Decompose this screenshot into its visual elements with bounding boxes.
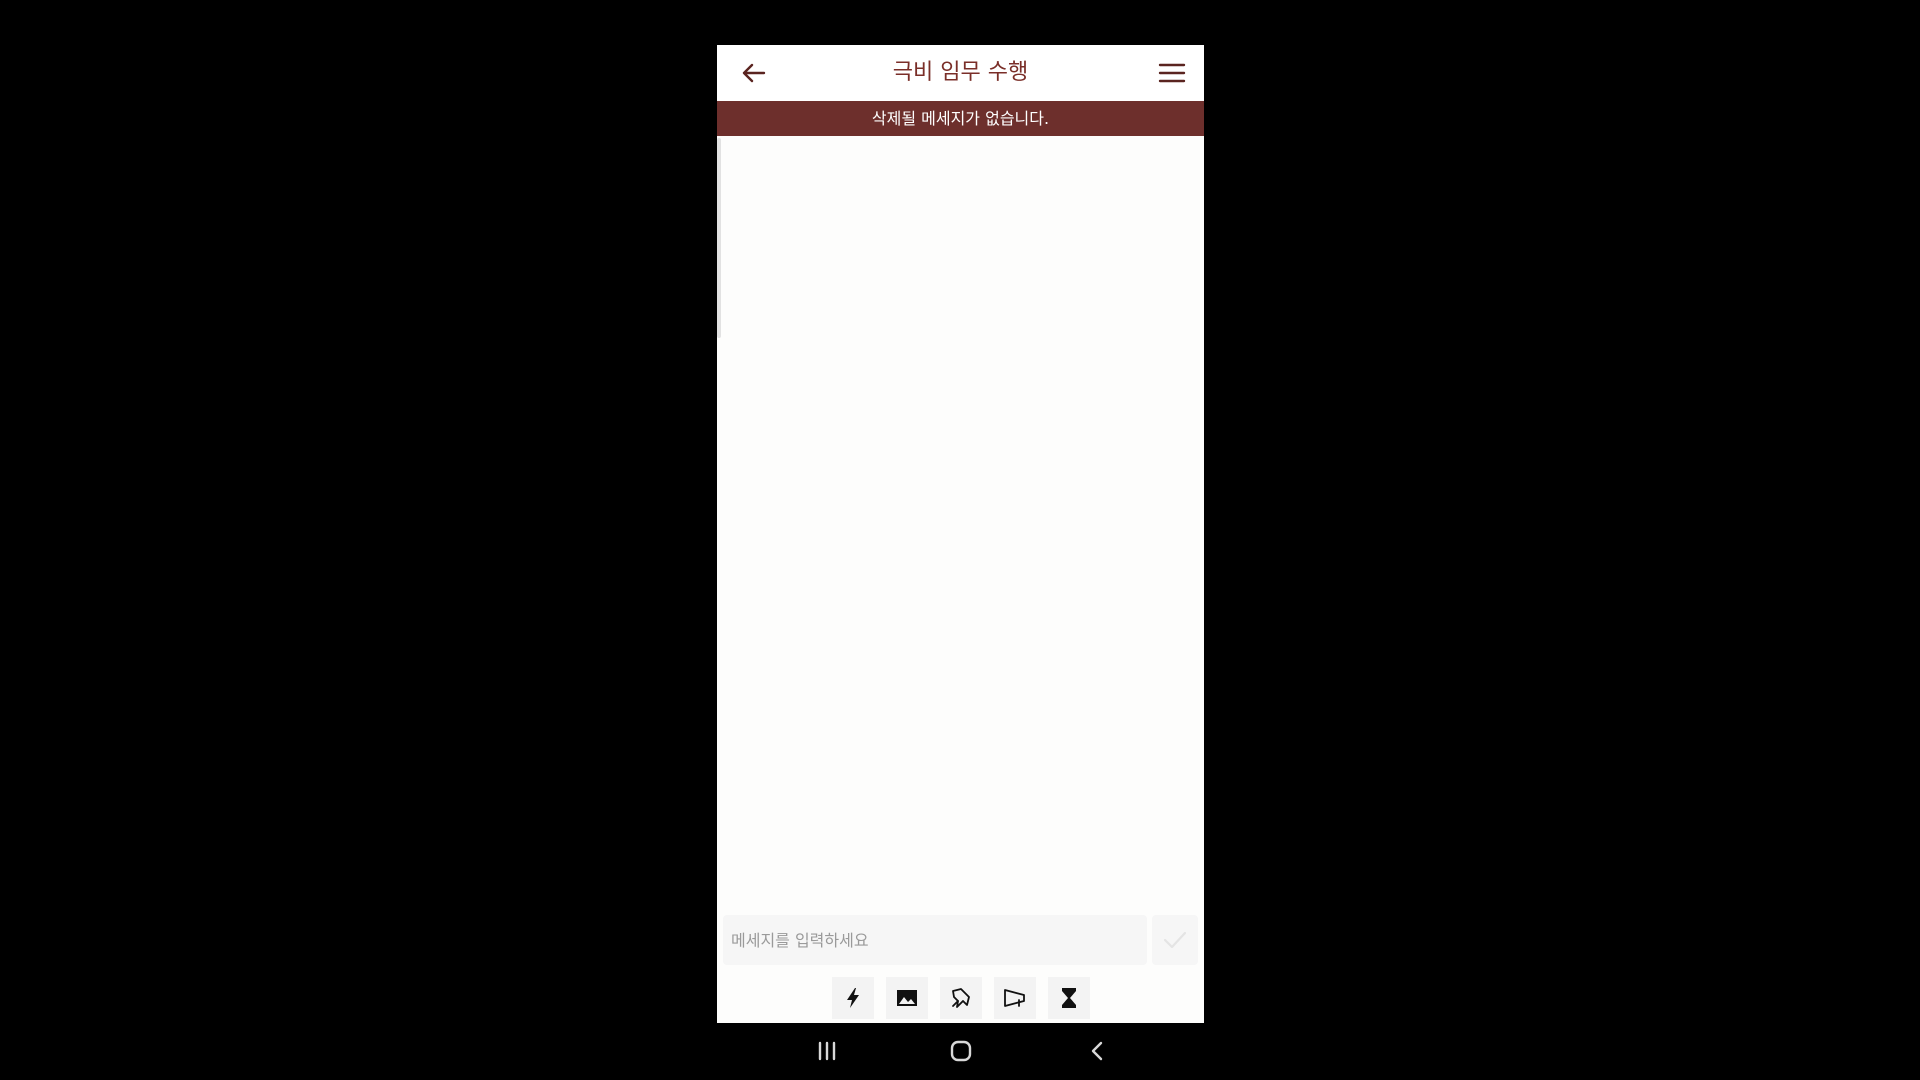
image-button[interactable] xyxy=(885,977,928,1019)
timer-button[interactable] xyxy=(1047,977,1090,1019)
home-icon xyxy=(950,1040,972,1062)
recent-apps-button[interactable] xyxy=(805,1031,849,1071)
image-icon xyxy=(896,990,917,1006)
nav-back-button[interactable] xyxy=(1075,1031,1119,1071)
top-bar: 극비 임무 수행 xyxy=(717,45,1204,101)
phone-screen: 극비 임무 수행 삭제될 메세지가 없습니다. xyxy=(717,45,1204,1023)
pin-button[interactable] xyxy=(939,977,982,1019)
message-list[interactable] xyxy=(717,136,1204,956)
status-banner: 삭제될 메세지가 없습니다. xyxy=(717,101,1204,136)
send-button[interactable] xyxy=(1152,915,1198,965)
megaphone-icon xyxy=(1003,989,1025,1007)
announce-button[interactable] xyxy=(993,977,1036,1019)
home-button[interactable] xyxy=(939,1031,983,1071)
back-button[interactable] xyxy=(735,55,771,91)
recent-apps-icon xyxy=(818,1041,836,1061)
arrow-left-icon xyxy=(742,63,766,83)
scrollbar[interactable] xyxy=(717,138,721,338)
hourglass-icon xyxy=(1061,988,1076,1008)
back-chevron-icon xyxy=(1091,1041,1103,1061)
hamburger-menu-icon xyxy=(1158,63,1186,83)
composer xyxy=(723,915,1198,965)
lightning-icon xyxy=(846,988,859,1008)
pin-icon xyxy=(951,988,970,1008)
composer-toolbar xyxy=(717,977,1204,1019)
check-icon xyxy=(1163,931,1187,949)
menu-button[interactable] xyxy=(1154,55,1190,91)
page-title: 극비 임무 수행 xyxy=(892,60,1029,85)
message-input[interactable] xyxy=(723,915,1147,965)
quick-action-button[interactable] xyxy=(831,977,874,1019)
system-nav-bar xyxy=(717,1023,1204,1080)
